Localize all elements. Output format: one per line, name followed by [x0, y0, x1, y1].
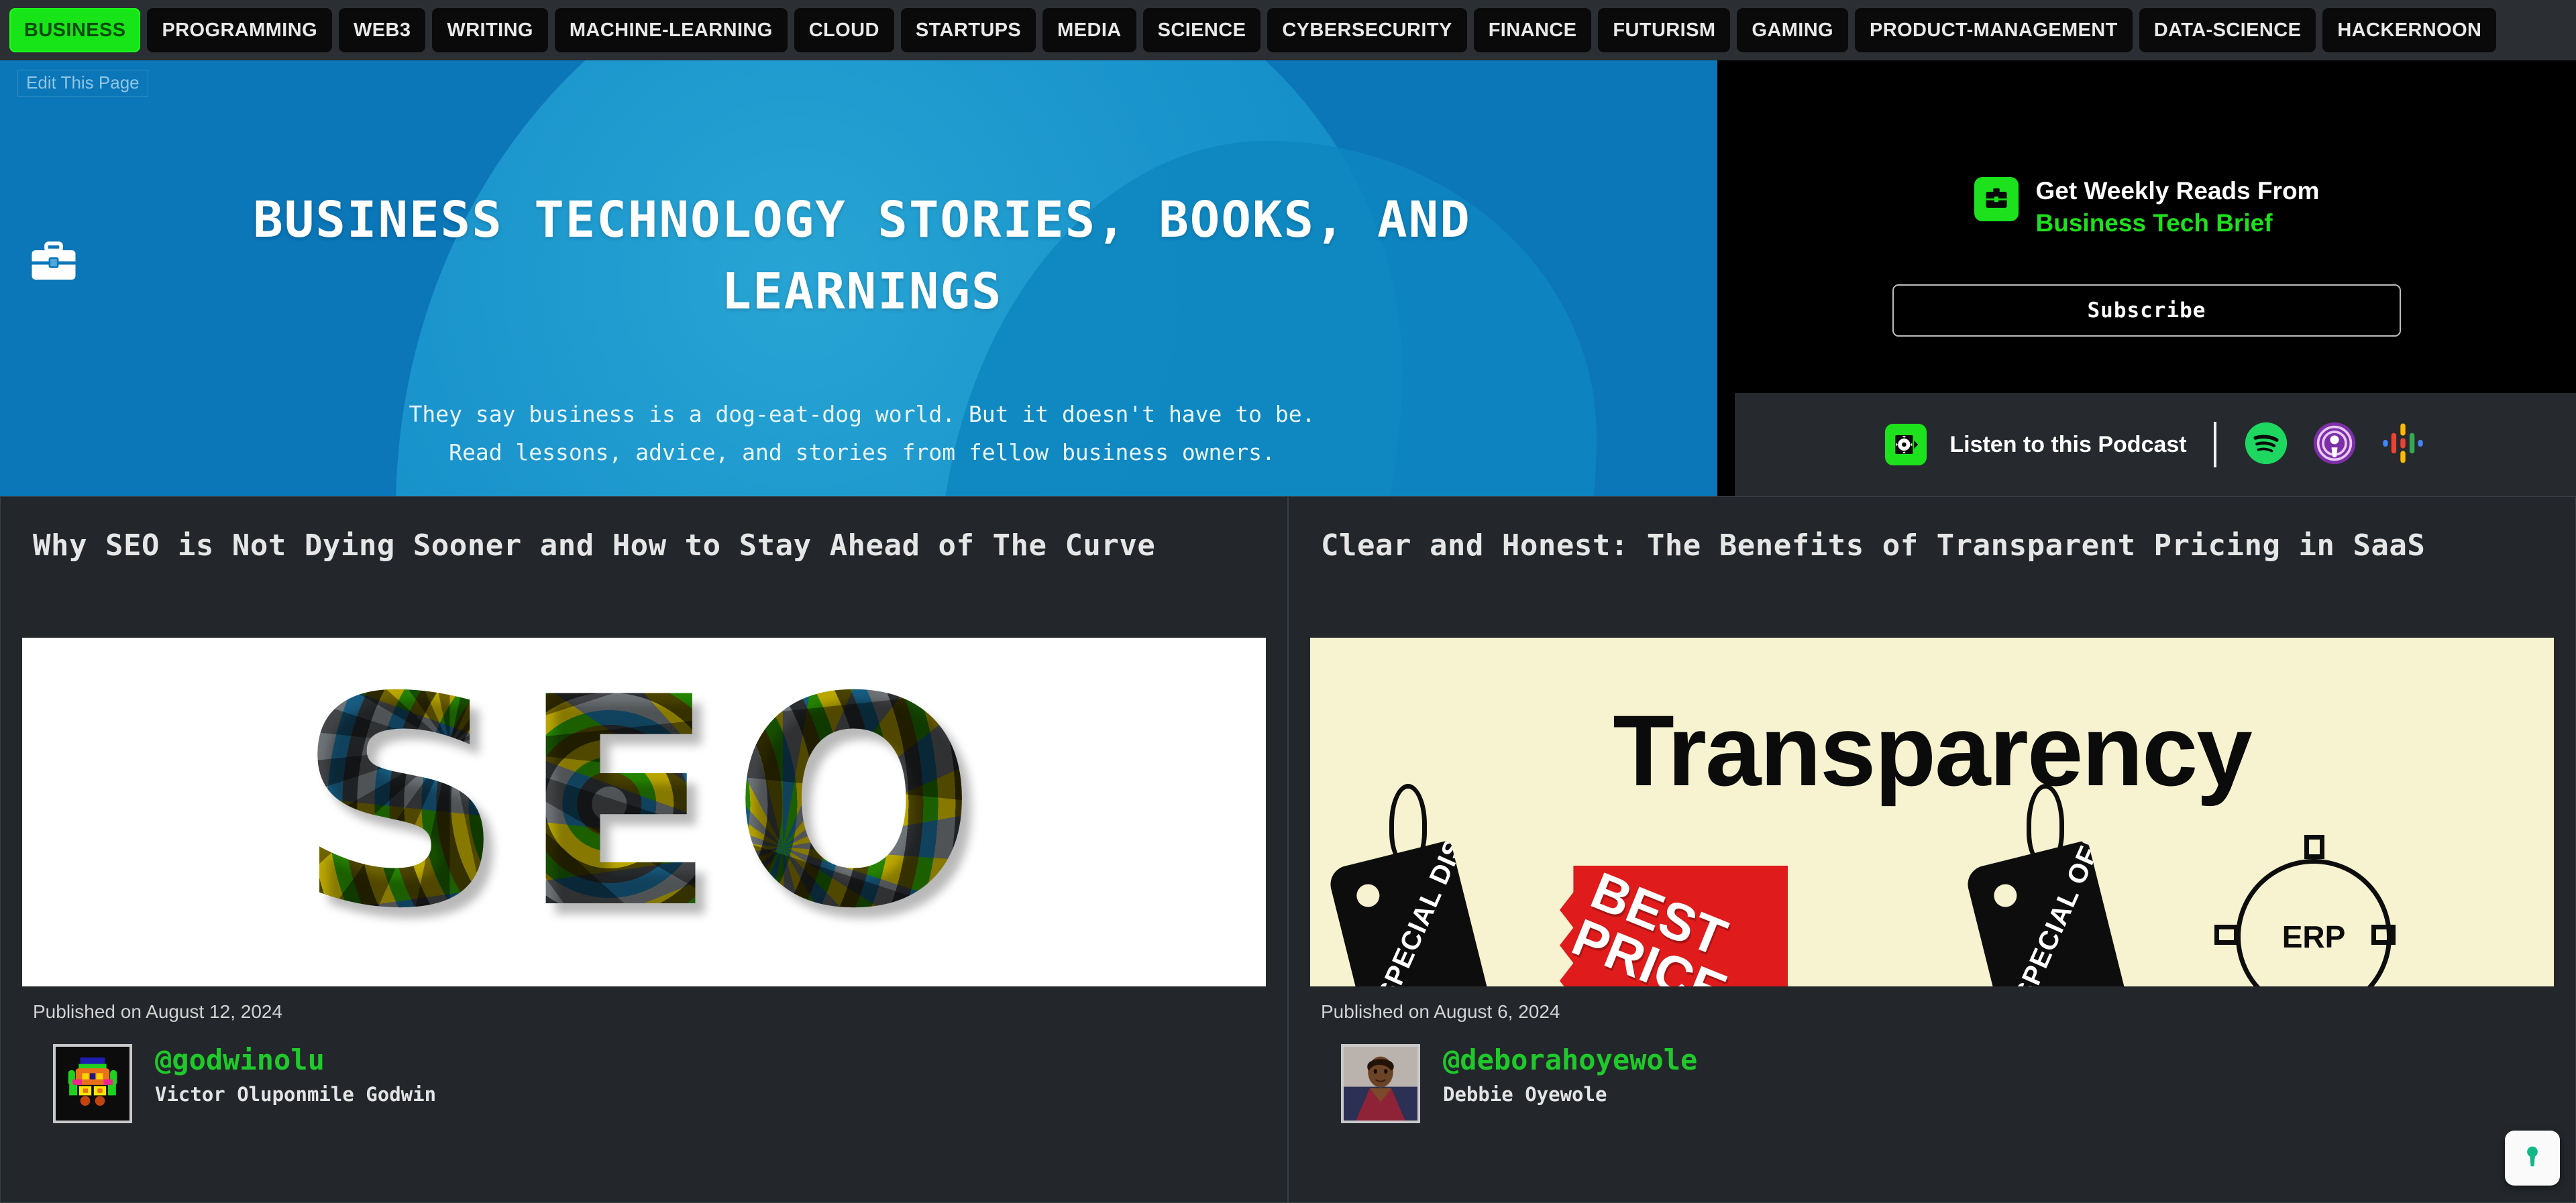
- gear-tooth: [2371, 925, 2396, 945]
- transparency-artwork-text: Transparency: [1613, 694, 2253, 807]
- nav-tab-product-management[interactable]: PRODUCT-MANAGEMENT: [1855, 8, 2133, 52]
- nav-tab-machine-learning[interactable]: MACHINE-LEARNING: [554, 8, 788, 52]
- author-handle[interactable]: @deborahoyewole: [1443, 1043, 1697, 1076]
- transparency-pricing-artwork: Transparency SPECIAL DISCOUNT BEST PRICE…: [1310, 638, 2554, 986]
- publish-date: Published on August 6, 2024: [1321, 1001, 1560, 1022]
- nav-tab-business[interactable]: BUSINESS: [9, 8, 141, 52]
- article-card[interactable]: Why SEO is Not Dying Sooner and How to S…: [0, 496, 1288, 1203]
- article-image[interactable]: SEO: [22, 638, 1266, 986]
- divider: [2213, 422, 2216, 467]
- podcast-label: Listen to this Podcast: [1949, 431, 2187, 457]
- nav-tab-programming[interactable]: PROGRAMMING: [147, 8, 333, 52]
- nav-tab-finance[interactable]: FINANCE: [1473, 8, 1592, 52]
- nav-tab-gaming[interactable]: GAMING: [1737, 8, 1849, 52]
- privacy-widget-button[interactable]: [2505, 1131, 2560, 1186]
- discount-tag-right-text: SPECIAL OFFER: [2008, 840, 2127, 986]
- nav-tab-hackernoon[interactable]: HACKERNOON: [2322, 8, 2497, 52]
- briefcase-icon: [25, 236, 82, 288]
- privacy-keyhole-icon: [2518, 1142, 2547, 1175]
- article-card[interactable]: Clear and Honest: The Benefits of Transp…: [1288, 496, 2576, 1203]
- best-price-badge: BEST PRICE: [1560, 866, 1788, 986]
- author-row[interactable]: @deborahoyewole Debbie Oyewole: [1289, 1023, 2575, 1123]
- nav-tab-data-science[interactable]: DATA-SCIENCE: [2139, 8, 2316, 52]
- briefcase-badge-icon: [1974, 177, 2019, 221]
- newsletter-heading-row: Get Weekly Reads From Business Tech Brie…: [1717, 60, 2576, 240]
- edit-this-page-button[interactable]: Edit This Page: [17, 70, 148, 97]
- robot-avatar[interactable]: [53, 1044, 132, 1123]
- photo-avatar[interactable]: [1341, 1044, 1420, 1123]
- seo-gears-artwork: SEO: [22, 638, 1266, 986]
- nav-tab-web3[interactable]: WEB3: [339, 8, 426, 52]
- nav-tab-cloud[interactable]: CLOUD: [794, 8, 894, 52]
- newsletter-heading: Get Weekly Reads From: [2035, 177, 2320, 205]
- newsletter-text: Get Weekly Reads From Business Tech Brie…: [2036, 176, 2320, 240]
- best-price-badge-text: BEST PRICE: [1564, 860, 1735, 986]
- author-info: @deborahoyewole Debbie Oyewole: [1443, 1043, 1697, 1106]
- publish-date: Published on August 12, 2024: [33, 1001, 283, 1022]
- nav-tab-science[interactable]: SCIENCE: [1142, 8, 1261, 52]
- hero-subtitle: They say business is a dog-eat-dog world…: [121, 396, 1603, 472]
- author-name: Debbie Oyewole: [1443, 1083, 1607, 1106]
- author-row[interactable]: @godwinolu Victor Oluponmile Godwin: [1, 1023, 1287, 1123]
- article-image[interactable]: Transparency SPECIAL DISCOUNT BEST PRICE…: [1310, 638, 2554, 986]
- newsletter-brand: Business Tech Brief: [2035, 209, 2273, 237]
- podcast-gear-icon: [1885, 424, 1927, 465]
- spotify-icon[interactable]: [2243, 420, 2289, 469]
- nav-tab-cybersecurity[interactable]: CYBERSECURITY: [1267, 8, 1467, 52]
- discount-tag-left: SPECIAL DISCOUNT: [1326, 840, 1499, 986]
- newsletter-panel: Get Weekly Reads From Business Tech Brie…: [1717, 60, 2576, 496]
- nav-tab-startups[interactable]: STARTUPS: [900, 8, 1036, 52]
- apple-podcasts-icon[interactable]: [2312, 420, 2357, 469]
- hero-banner: Edit This Page BUSINESS TECHNOLOGY STORI…: [0, 60, 1717, 496]
- hero-subtitle-line-2: Read lessons, advice, and stories from f…: [449, 439, 1275, 465]
- hero-row: Edit This Page BUSINESS TECHNOLOGY STORI…: [0, 60, 2576, 496]
- google-podcasts-icon[interactable]: [2380, 420, 2426, 469]
- nav-tab-writing[interactable]: WRITING: [432, 8, 548, 52]
- seo-artwork-text: SEO: [297, 638, 991, 972]
- hero-title: BUSINESS TECHNOLOGY STORIES, BOOKS, AND …: [253, 191, 1471, 321]
- discount-tag-left-text: SPECIAL DISCOUNT: [1371, 840, 1499, 986]
- gear-tooth: [2214, 925, 2239, 945]
- erp-label: ERP: [2282, 919, 2346, 954]
- author-handle[interactable]: @godwinolu: [155, 1043, 436, 1076]
- gear-tooth: [2304, 835, 2324, 859]
- nav-tab-futurism[interactable]: FUTURISM: [1598, 8, 1731, 52]
- article-title[interactable]: Clear and Honest: The Benefits of Transp…: [1289, 497, 2575, 638]
- discount-tag-right: SPECIAL OFFER: [1964, 840, 2137, 986]
- podcast-bar: Listen to this Podcast: [1735, 393, 2576, 496]
- subscribe-button[interactable]: Subscribe: [1892, 284, 2401, 337]
- author-name: Victor Oluponmile Godwin: [155, 1083, 437, 1106]
- article-title[interactable]: Why SEO is Not Dying Sooner and How to S…: [1, 497, 1287, 638]
- hero-subtitle-line-1: They say business is a dog-eat-dog world…: [409, 401, 1316, 427]
- nav-tab-media[interactable]: MEDIA: [1042, 8, 1136, 52]
- erp-gear-icon: ERP: [2236, 859, 2392, 986]
- author-info: @godwinolu Victor Oluponmile Godwin: [155, 1043, 437, 1106]
- article-grid: Why SEO is Not Dying Sooner and How to S…: [0, 496, 2576, 1203]
- category-nav-bar[interactable]: BUSINESS PROGRAMMING WEB3 WRITING MACHINE-LE…: [0, 0, 2576, 60]
